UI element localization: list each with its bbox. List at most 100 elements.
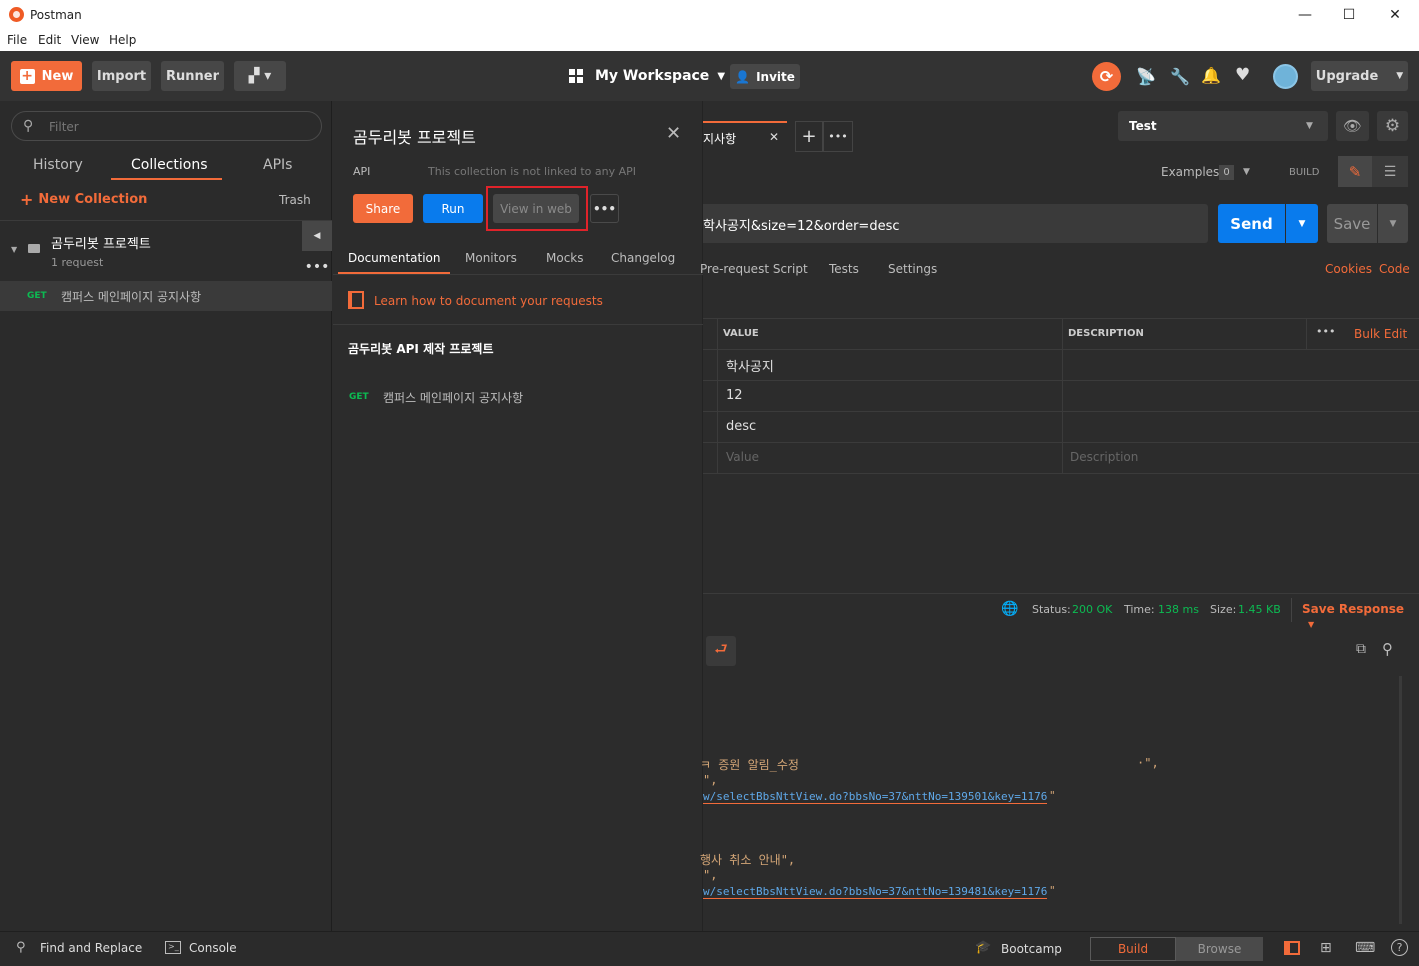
close-icon[interactable]: ✕: [769, 130, 779, 144]
tab-collections[interactable]: Collections: [131, 157, 208, 173]
divider: [703, 411, 1419, 412]
graduation-cap-icon[interactable]: 🎓: [975, 940, 991, 955]
import-button[interactable]: Import: [92, 61, 151, 91]
keyboard-icon[interactable]: ⌨: [1355, 940, 1375, 956]
more-options-icon[interactable]: •••: [1316, 325, 1335, 338]
divider: [703, 473, 1419, 474]
menu-edit[interactable]: Edit: [38, 33, 61, 47]
find-replace-label[interactable]: Find and Replace: [40, 941, 142, 955]
tab-monitors[interactable]: Monitors: [465, 251, 517, 265]
chevron-down-icon: ▼: [717, 70, 726, 82]
save-button[interactable]: Save: [1327, 204, 1377, 243]
save-response-button[interactable]: Save Response ▼: [1302, 602, 1419, 630]
layout-icon[interactable]: ⊞: [1320, 940, 1332, 956]
share-button[interactable]: Share: [353, 194, 413, 223]
runner-button[interactable]: Runner: [161, 61, 224, 91]
save-response-label: Save Response: [1302, 602, 1405, 616]
more-options-icon[interactable]: •••: [590, 194, 619, 223]
wrap-lines-icon[interactable]: ⮐: [706, 636, 736, 666]
filter-input[interactable]: ⚲ Filter: [11, 111, 322, 141]
bell-icon[interactable]: 🔔: [1201, 66, 1221, 85]
method-badge: GET: [349, 392, 369, 402]
browse-mode-toggle[interactable]: Browse: [1176, 937, 1263, 961]
tab-tests[interactable]: Tests: [829, 262, 859, 276]
wrench-icon[interactable]: 🔧: [1170, 67, 1190, 86]
run-button[interactable]: Run: [423, 194, 483, 223]
learn-link[interactable]: Learn how to document your requests: [374, 294, 603, 308]
tab-mocks[interactable]: Mocks: [546, 251, 584, 265]
plus-icon: +: [19, 68, 35, 84]
request-tab[interactable]: 지사항 ✕: [703, 121, 787, 152]
copy-icon[interactable]: ⧉: [1356, 641, 1366, 657]
request-item[interactable]: GET 캠퍼스 메인페이지 공지사항: [0, 281, 332, 311]
response-link[interactable]: w/selectBbsNttView.do?bbsNo=37&nttNo=139…: [703, 790, 1048, 804]
filter-placeholder: Filter: [49, 120, 79, 134]
avatar[interactable]: [1273, 64, 1298, 89]
sync-icon[interactable]: ⟳: [1092, 62, 1121, 91]
bulk-edit-link[interactable]: Bulk Edit: [1354, 327, 1407, 341]
time-value: 138 ms: [1158, 603, 1199, 616]
menu-file[interactable]: File: [7, 33, 27, 47]
description-input[interactable]: Description: [1070, 450, 1138, 464]
search-icon[interactable]: ⚲: [1382, 640, 1393, 658]
more-options-icon[interactable]: •••: [302, 252, 332, 281]
doc-request-name[interactable]: 캠퍼스 메인페이지 공지사항: [383, 389, 523, 406]
invite-button[interactable]: 👤 Invite: [730, 64, 800, 89]
response-link[interactable]: w/selectBbsNttView.do?bbsNo=37&nttNo=139…: [703, 885, 1048, 899]
bootcamp-label[interactable]: Bootcamp: [1001, 942, 1062, 956]
view-in-web-button[interactable]: View in web: [493, 194, 579, 223]
tab-settings[interactable]: Settings: [888, 262, 937, 276]
new-button[interactable]: + New: [11, 61, 82, 91]
menu-help[interactable]: Help: [109, 33, 136, 47]
chevron-down-icon: ▼: [1298, 218, 1306, 229]
eye-icon[interactable]: 👁: [1336, 111, 1369, 141]
workspace-selector[interactable]: My Workspace ▼: [569, 68, 725, 84]
tab-changelog[interactable]: Changelog: [611, 251, 675, 265]
value-input[interactable]: Value: [726, 450, 759, 464]
new-window-button[interactable]: ▞ ▾: [234, 61, 286, 91]
chevron-down-icon[interactable]: ▼: [1243, 167, 1250, 177]
upgrade-button[interactable]: Upgrade ▼: [1311, 61, 1408, 91]
gear-icon[interactable]: ⚙: [1377, 111, 1408, 141]
cookies-link[interactable]: Cookies: [1325, 262, 1372, 276]
chevron-down-icon: ▼: [1308, 620, 1315, 629]
collapse-panel-button[interactable]: ◀: [302, 221, 332, 251]
maximize-button[interactable]: ☐: [1326, 0, 1372, 30]
scrollbar[interactable]: [1399, 676, 1402, 924]
new-tab-button[interactable]: +: [795, 121, 823, 152]
globe-icon[interactable]: 🌐: [1001, 601, 1018, 617]
satellite-icon[interactable]: 📡: [1136, 67, 1156, 86]
pencil-icon[interactable]: ✎: [1338, 156, 1372, 187]
close-window-button[interactable]: ✕: [1372, 0, 1418, 30]
url-input[interactable]: 학사공지&size=12&order=desc: [703, 204, 1208, 243]
examples-label[interactable]: Examples: [1161, 165, 1219, 179]
comment-icon[interactable]: ☰: [1372, 156, 1408, 187]
invite-label: Invite: [756, 69, 795, 84]
tab-history[interactable]: History: [33, 157, 83, 173]
collection-item[interactable]: ▼ 곰두리봇 프로젝트 1 request: [0, 221, 302, 281]
build-mode-toggle[interactable]: Build: [1090, 937, 1176, 961]
environment-select[interactable]: Test ▼: [1118, 111, 1328, 141]
console-label[interactable]: Console: [189, 941, 237, 955]
param-value[interactable]: 12: [726, 388, 743, 403]
close-icon[interactable]: ✕: [666, 123, 681, 144]
tab-apis[interactable]: APIs: [263, 157, 292, 173]
two-pane-view-icon[interactable]: [1284, 941, 1300, 955]
tab-pre-request-script[interactable]: Pre-request Script: [700, 262, 808, 276]
send-options-button[interactable]: ▼: [1286, 204, 1318, 243]
save-options-button[interactable]: ▼: [1378, 204, 1408, 243]
minimize-button[interactable]: —: [1282, 0, 1328, 30]
param-value[interactable]: 학사공지: [726, 356, 774, 375]
menu-view[interactable]: View: [71, 33, 99, 47]
heart-icon[interactable]: ♥: [1235, 65, 1250, 85]
find-replace-icon[interactable]: ⚲: [16, 940, 26, 955]
console-icon[interactable]: >_: [165, 941, 181, 954]
send-button[interactable]: Send: [1218, 204, 1285, 243]
new-collection-button[interactable]: + New Collection: [20, 192, 147, 208]
code-link[interactable]: Code: [1379, 262, 1410, 276]
tab-options-icon[interactable]: •••: [823, 121, 853, 152]
param-value[interactable]: desc: [726, 419, 756, 434]
trash-link[interactable]: Trash: [279, 193, 311, 207]
help-icon[interactable]: ?: [1391, 939, 1408, 956]
tab-documentation[interactable]: Documentation: [348, 251, 441, 265]
